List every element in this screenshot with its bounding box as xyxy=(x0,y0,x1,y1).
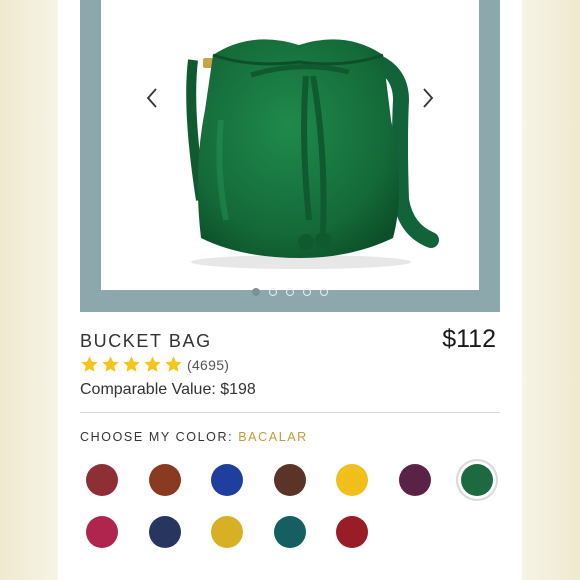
star-icon xyxy=(81,356,98,372)
star-icon xyxy=(123,356,140,372)
section-divider xyxy=(80,412,500,413)
product-price: $112 xyxy=(442,325,496,353)
background-left xyxy=(0,0,58,580)
carousel-dot[interactable] xyxy=(269,288,277,296)
star-icon xyxy=(102,356,119,372)
product-title: BUCKET BAG xyxy=(80,331,212,351)
selected-color-name: BACALAR xyxy=(238,430,308,444)
carousel-pagination xyxy=(80,288,500,296)
carousel-dot[interactable] xyxy=(320,288,328,296)
color-swatch[interactable] xyxy=(86,464,118,496)
carousel-dot[interactable] xyxy=(286,288,294,296)
color-picker-prompt: CHOOSE MY COLOR: xyxy=(80,430,239,444)
star-icon xyxy=(165,356,182,372)
chevron-left-icon xyxy=(146,88,157,108)
background-right xyxy=(522,0,580,580)
color-swatch[interactable] xyxy=(211,516,243,548)
color-swatch[interactable] xyxy=(86,516,118,548)
chevron-right-icon xyxy=(423,88,434,108)
carousel-dot[interactable] xyxy=(303,288,311,296)
carousel-next-button[interactable] xyxy=(410,80,446,116)
color-swatch[interactable] xyxy=(211,464,243,496)
color-swatch[interactable] xyxy=(398,464,431,496)
product-image xyxy=(186,39,439,269)
color-swatch[interactable] xyxy=(148,516,181,548)
color-swatch[interactable] xyxy=(273,516,306,548)
color-swatch[interactable] xyxy=(336,516,368,548)
carousel-image-area xyxy=(101,0,479,290)
product-image-carousel[interactable] xyxy=(80,0,500,312)
product-rating[interactable]: (4695) xyxy=(80,355,229,374)
star-icon xyxy=(144,356,161,372)
carousel-dot[interactable] xyxy=(252,288,260,296)
color-picker-label: CHOOSE MY COLOR: BACALAR xyxy=(80,430,308,444)
comparable-value: Comparable Value: $198 xyxy=(80,381,256,398)
color-swatch[interactable] xyxy=(461,464,493,496)
carousel-prev-button[interactable] xyxy=(134,80,170,116)
color-swatch[interactable] xyxy=(336,464,368,496)
review-count[interactable]: (4695) xyxy=(187,357,229,373)
color-swatch[interactable] xyxy=(273,464,306,496)
color-swatch[interactable] xyxy=(148,464,181,496)
